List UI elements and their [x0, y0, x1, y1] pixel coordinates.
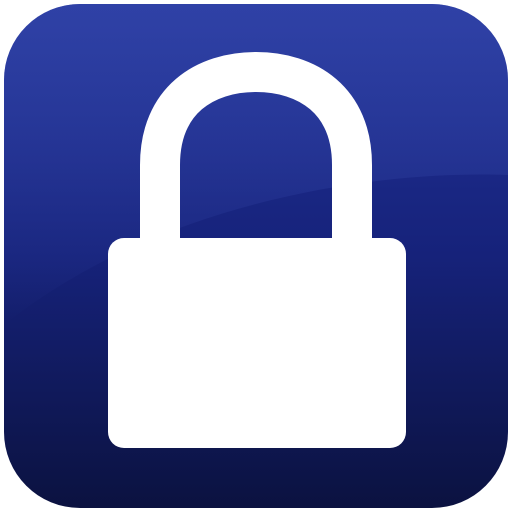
app-icon[interactable]	[0, 0, 512, 512]
lock-body	[108, 238, 406, 448]
lock-icon	[4, 4, 508, 508]
